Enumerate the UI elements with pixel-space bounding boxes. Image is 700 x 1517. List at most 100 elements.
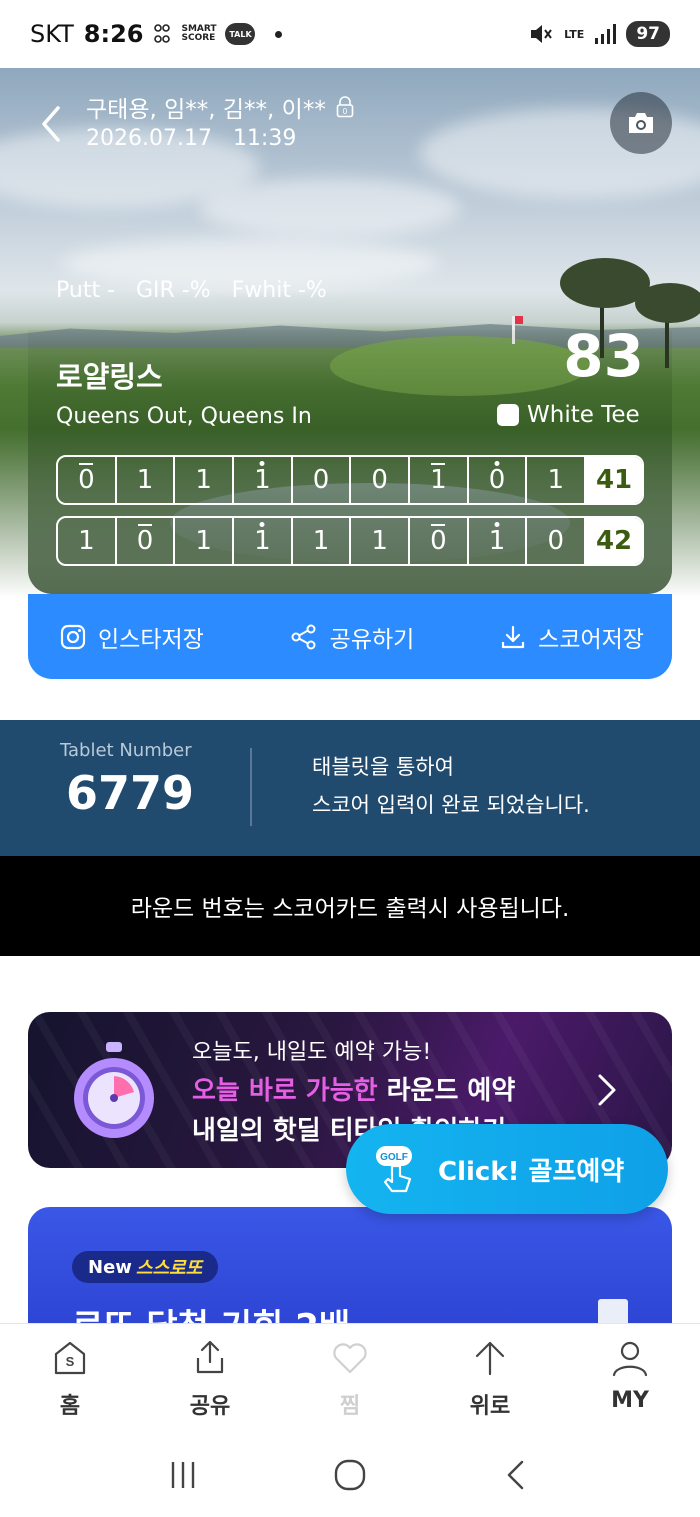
- system-back-button[interactable]: [500, 1458, 534, 1492]
- golf-booking-button[interactable]: GOLF Click! 골프예약: [346, 1124, 668, 1214]
- tee-label: White Tee: [527, 402, 640, 428]
- round-datetime: 2026.07.17 11:39: [86, 126, 297, 151]
- lock-count: 0: [343, 107, 348, 116]
- heart-icon: [333, 1343, 367, 1374]
- upload-share-icon: [196, 1340, 224, 1374]
- hole-score: 1: [117, 457, 176, 503]
- hole-score: 0: [293, 457, 352, 503]
- carrier-label: SKT: [30, 20, 74, 48]
- hole-mark: [259, 461, 265, 466]
- players-text: 구태용, 임**, 김**, 이**: [86, 97, 326, 123]
- total-score: 83: [563, 322, 644, 390]
- hole-score: 1: [527, 457, 587, 503]
- save-score-button[interactable]: 스코어저장: [500, 620, 644, 654]
- hole-score: 0: [527, 518, 587, 564]
- camera-icon: [629, 113, 653, 133]
- hole-score: 1: [234, 457, 293, 503]
- front-nine-row: 0 1 1 1 0 0 1 0 1 41: [56, 455, 644, 505]
- share-button[interactable]: 공유하기: [290, 620, 415, 654]
- new-badge: New 스스로또: [72, 1251, 219, 1283]
- hole-score: 0: [58, 457, 117, 503]
- course-layout: Queens Out, Queens In: [56, 404, 312, 429]
- nav-home-label: 홈: [59, 1394, 81, 1419]
- tablet-number-label: Tablet Number: [60, 740, 192, 761]
- lock-icon: 0: [336, 96, 354, 118]
- hole-score: 1: [175, 457, 235, 503]
- download-icon: [502, 625, 525, 648]
- booking-banner-line1: 오늘도, 내일도 예약 가능!: [192, 1040, 432, 1065]
- stopwatch-icon: [74, 1042, 154, 1138]
- camera-button[interactable]: [610, 92, 672, 154]
- talk-icon: TALK: [225, 23, 256, 45]
- hole-score: 0: [410, 518, 469, 564]
- share-label: 공유하기: [329, 626, 415, 653]
- tablet-number: 6779: [66, 766, 195, 820]
- recent-apps-button[interactable]: [166, 1458, 200, 1492]
- hole-score: 1: [351, 518, 411, 564]
- nav-like-label: 찜: [339, 1394, 361, 1419]
- back-nine-total: 42: [586, 518, 642, 564]
- hole-score: 0: [469, 457, 528, 503]
- front-nine-total: 41: [586, 457, 642, 503]
- badge-new-label: New: [88, 1256, 132, 1278]
- golf-icon-text: GOLF: [380, 1152, 408, 1163]
- hole-mark: [431, 524, 446, 526]
- hole-mark: [79, 463, 94, 465]
- status-bar: SKT 8:26 SMART SCORE TALK LTE 97: [0, 0, 700, 68]
- battery-indicator: 97: [626, 21, 670, 47]
- person-icon: [612, 1341, 648, 1377]
- instagram-save-button[interactable]: 인스타저장: [60, 620, 204, 654]
- chevron-right-icon: [598, 1074, 616, 1106]
- round-stats: Putt - GIR -% Fwhit -%: [56, 278, 327, 303]
- booking-banner-highlight: 오늘 바로 가능한: [192, 1076, 378, 1106]
- hole-score: 0: [117, 518, 176, 564]
- course-name: 로얄링스: [56, 360, 163, 394]
- nav-like[interactable]: 찜: [280, 1324, 420, 1433]
- back-button[interactable]: [36, 104, 66, 144]
- hole-score: 1: [293, 518, 352, 564]
- hole-mark: [494, 461, 500, 466]
- signal-icon: [595, 24, 617, 44]
- hole-mark: [494, 522, 500, 527]
- nav-home[interactable]: S 홈: [0, 1324, 140, 1433]
- nav-my[interactable]: MY: [560, 1324, 700, 1433]
- booking-banner-line2: 오늘 바로 가능한 라운드 예약: [192, 1070, 515, 1107]
- hole-score: 1: [234, 518, 293, 564]
- clock: 8:26: [83, 20, 144, 48]
- nav-my-label: MY: [611, 1388, 649, 1413]
- system-navigation: [0, 1433, 700, 1517]
- more-notifications-dot: [275, 30, 283, 38]
- network-type: LTE: [564, 27, 585, 41]
- hole-score: 1: [175, 518, 235, 564]
- mute-icon: [531, 25, 552, 43]
- divider: [250, 748, 252, 826]
- nav-top-label: 위로: [469, 1394, 511, 1419]
- home-button[interactable]: [333, 1458, 367, 1492]
- nav-scroll-top[interactable]: 위로: [420, 1324, 560, 1433]
- tablet-message-line1: 태블릿을 통하여: [312, 755, 454, 779]
- hole-score: 1: [469, 518, 528, 564]
- hole-score: 1: [410, 457, 469, 503]
- back-nine-row: 1 0 1 1 1 1 0 1 0 42: [56, 516, 644, 566]
- scorecard-actions: 인스타저장 공유하기 스코어저장: [28, 594, 672, 679]
- booking-banner-line2-rest: 라운드 예약: [377, 1076, 516, 1106]
- nav-share[interactable]: 공유: [140, 1324, 280, 1433]
- round-number-notice: 라운드 번호는 스코어카드 출력시 사용됩니다.: [0, 856, 700, 956]
- instagram-save-label: 인스타저장: [98, 626, 204, 653]
- badge-brand-label: 스스로또: [135, 1258, 203, 1279]
- home-icon: S: [54, 1341, 86, 1375]
- save-score-label: 스코어저장: [538, 626, 644, 653]
- lotto-banner[interactable]: New 스스로또 로또 당첨 기회 2배: [28, 1207, 672, 1327]
- svg-text:S: S: [66, 1354, 75, 1369]
- round-players: 구태용, 임**, 김**, 이** 0: [86, 90, 354, 124]
- bottom-navigation: S 홈 공유 찜 위로 MY: [0, 1323, 700, 1433]
- hole-mark: [431, 463, 446, 465]
- tee-color-icon: [497, 404, 519, 426]
- hole-score: 0: [351, 457, 411, 503]
- tee-indicator: White Tee: [497, 402, 640, 428]
- tablet-message: 태블릿을 통하여 스코어 입력이 완료 되었습니다.: [312, 748, 590, 824]
- hole-score: 1: [58, 518, 117, 564]
- share-icon: [291, 624, 316, 649]
- hole-mark: [138, 524, 152, 526]
- arrow-up-icon: [475, 1341, 505, 1376]
